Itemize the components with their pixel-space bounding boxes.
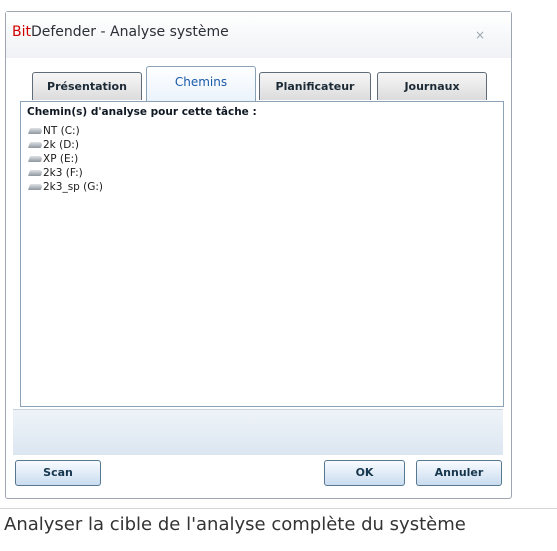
path-item[interactable]: 2k (D:) bbox=[27, 138, 103, 152]
tab-journaux[interactable]: Journaux bbox=[377, 72, 487, 100]
caption: Analyser la cible de l'analyse complète … bbox=[4, 514, 466, 535]
path-item[interactable]: 2k3_sp (G:) bbox=[27, 180, 104, 194]
path-item[interactable]: 2k3 (F:) bbox=[27, 166, 103, 180]
drive-icon bbox=[27, 184, 44, 190]
tab-bar: Présentation Chemins Planificateur Journ… bbox=[6, 66, 511, 104]
title-text: Defender - Analyse système bbox=[30, 24, 229, 40]
tab-presentation[interactable]: Présentation bbox=[32, 72, 142, 100]
path-item[interactable]: NT (C:) bbox=[27, 124, 103, 138]
drive-icon bbox=[27, 156, 44, 162]
ok-button[interactable]: OK bbox=[324, 460, 405, 486]
path-label: NT (C:) bbox=[43, 125, 80, 137]
paths-list: NT (C:) 2k (D:) XP (E:) 2k3 (F:) 2k3_sp … bbox=[27, 124, 104, 194]
path-label: XP (E:) bbox=[43, 153, 79, 165]
paths-panel: Chemin(s) d'analyse pour cette tâche : N… bbox=[20, 101, 504, 407]
drive-icon bbox=[27, 170, 44, 176]
path-label: 2k3_sp (G:) bbox=[43, 181, 104, 193]
tab-chemins[interactable]: Chemins bbox=[146, 66, 256, 103]
cancel-button[interactable]: Annuler bbox=[416, 460, 502, 486]
window-title: BitDefender - Analyse système bbox=[12, 24, 229, 40]
drive-icon bbox=[27, 128, 44, 134]
dialog-window: BitDefender - Analyse système × Présenta… bbox=[5, 11, 512, 499]
drive-icon bbox=[27, 142, 44, 148]
caption-divider bbox=[0, 508, 557, 509]
title-bar: BitDefender - Analyse système × bbox=[6, 12, 511, 58]
scan-button[interactable]: Scan bbox=[15, 460, 101, 486]
tab-planificateur[interactable]: Planificateur bbox=[259, 72, 371, 100]
close-icon[interactable]: × bbox=[475, 28, 485, 42]
footer-panel bbox=[13, 409, 503, 455]
path-label: 2k (D:) bbox=[43, 139, 79, 151]
brand-prefix: Bit bbox=[12, 24, 31, 40]
path-label: 2k3 (F:) bbox=[43, 167, 83, 179]
path-item[interactable]: XP (E:) bbox=[27, 152, 103, 166]
section-title: Chemin(s) d'analyse pour cette tâche : bbox=[27, 106, 257, 118]
